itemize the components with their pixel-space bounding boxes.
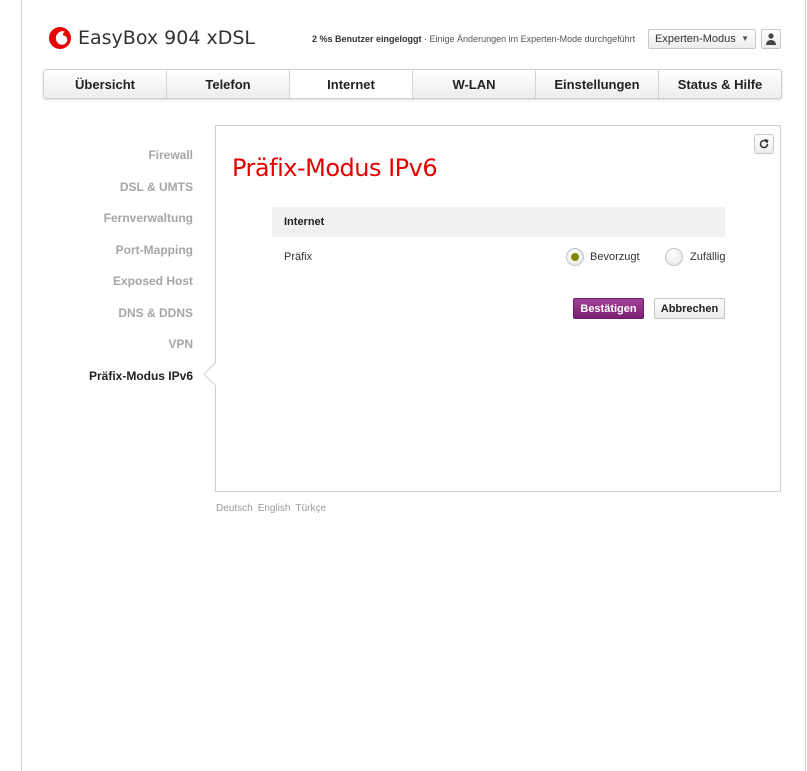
- login-status-note: · Einige Änderungen im Experten-Mode dur…: [421, 34, 636, 44]
- sidebar-item-port-mapping[interactable]: Port-Mapping: [43, 235, 193, 267]
- tab-einstellungen[interactable]: Einstellungen: [536, 70, 659, 98]
- radio-bevorzugt[interactable]: [566, 248, 584, 266]
- user-button[interactable]: [761, 29, 781, 49]
- tab-internet[interactable]: Internet: [290, 70, 413, 98]
- logo[interactable]: EasyBox 904 xDSL: [48, 26, 255, 50]
- confirm-button[interactable]: Bestätigen: [573, 298, 644, 319]
- user-icon: [766, 33, 776, 45]
- prefix-label: Präfix: [284, 251, 313, 263]
- section-header: Internet: [272, 207, 725, 237]
- language-links: Deutsch English Türkçe: [216, 503, 326, 514]
- sidebar-item-fernverwaltung[interactable]: Fernverwaltung: [43, 203, 193, 235]
- sidebar-item-dsl-umts[interactable]: DSL & UMTS: [43, 172, 193, 204]
- login-count: 2 %s Benutzer eingeloggt: [312, 34, 422, 44]
- chevron-down-icon: ▼: [741, 34, 749, 43]
- language-link-tuerkce[interactable]: Türkçe: [296, 503, 327, 514]
- sidebar-item-dns-ddns[interactable]: DNS & DDNS: [43, 298, 193, 330]
- sidebar-item-firewall[interactable]: Firewall: [43, 140, 193, 172]
- tab-uebersicht[interactable]: Übersicht: [44, 70, 167, 98]
- refresh-button[interactable]: [754, 134, 774, 154]
- page-title: Präfix-Modus IPv6: [232, 154, 438, 182]
- brand-name: EasyBox 904 xDSL: [78, 27, 255, 49]
- tab-telefon[interactable]: Telefon: [167, 70, 290, 98]
- login-status: 2 %s Benutzer eingeloggt · Einige Änderu…: [312, 34, 635, 44]
- radio-zufaellig[interactable]: [665, 248, 683, 266]
- sidebar: Firewall DSL & UMTS Fernverwaltung Port-…: [43, 140, 193, 392]
- cancel-button[interactable]: Abbrechen: [654, 298, 725, 319]
- language-link-deutsch[interactable]: Deutsch: [216, 503, 253, 514]
- mode-select-value: Experten-Modus: [655, 33, 736, 45]
- tab-wlan[interactable]: W-LAN: [413, 70, 536, 98]
- tab-status-hilfe[interactable]: Status & Hilfe: [659, 70, 781, 98]
- main-tabs: Übersicht Telefon Internet W-LAN Einstel…: [43, 69, 782, 99]
- sidebar-item-praefix-modus-ipv6[interactable]: Präfix-Modus IPv6: [43, 361, 193, 393]
- header: EasyBox 904 xDSL 2 %s Benutzer eingelogg…: [0, 0, 807, 64]
- refresh-icon: [759, 138, 769, 149]
- sidebar-item-exposed-host[interactable]: Exposed Host: [43, 266, 193, 298]
- mode-select[interactable]: Experten-Modus ▼: [648, 29, 756, 49]
- vodafone-logo-icon: [49, 27, 71, 49]
- radio-bevorzugt-label[interactable]: Bevorzugt: [590, 251, 640, 263]
- language-link-english[interactable]: English: [258, 503, 291, 514]
- active-item-pointer: [203, 362, 216, 386]
- sidebar-item-vpn[interactable]: VPN: [43, 329, 193, 361]
- radio-zufaellig-label[interactable]: Zufällig: [690, 251, 725, 263]
